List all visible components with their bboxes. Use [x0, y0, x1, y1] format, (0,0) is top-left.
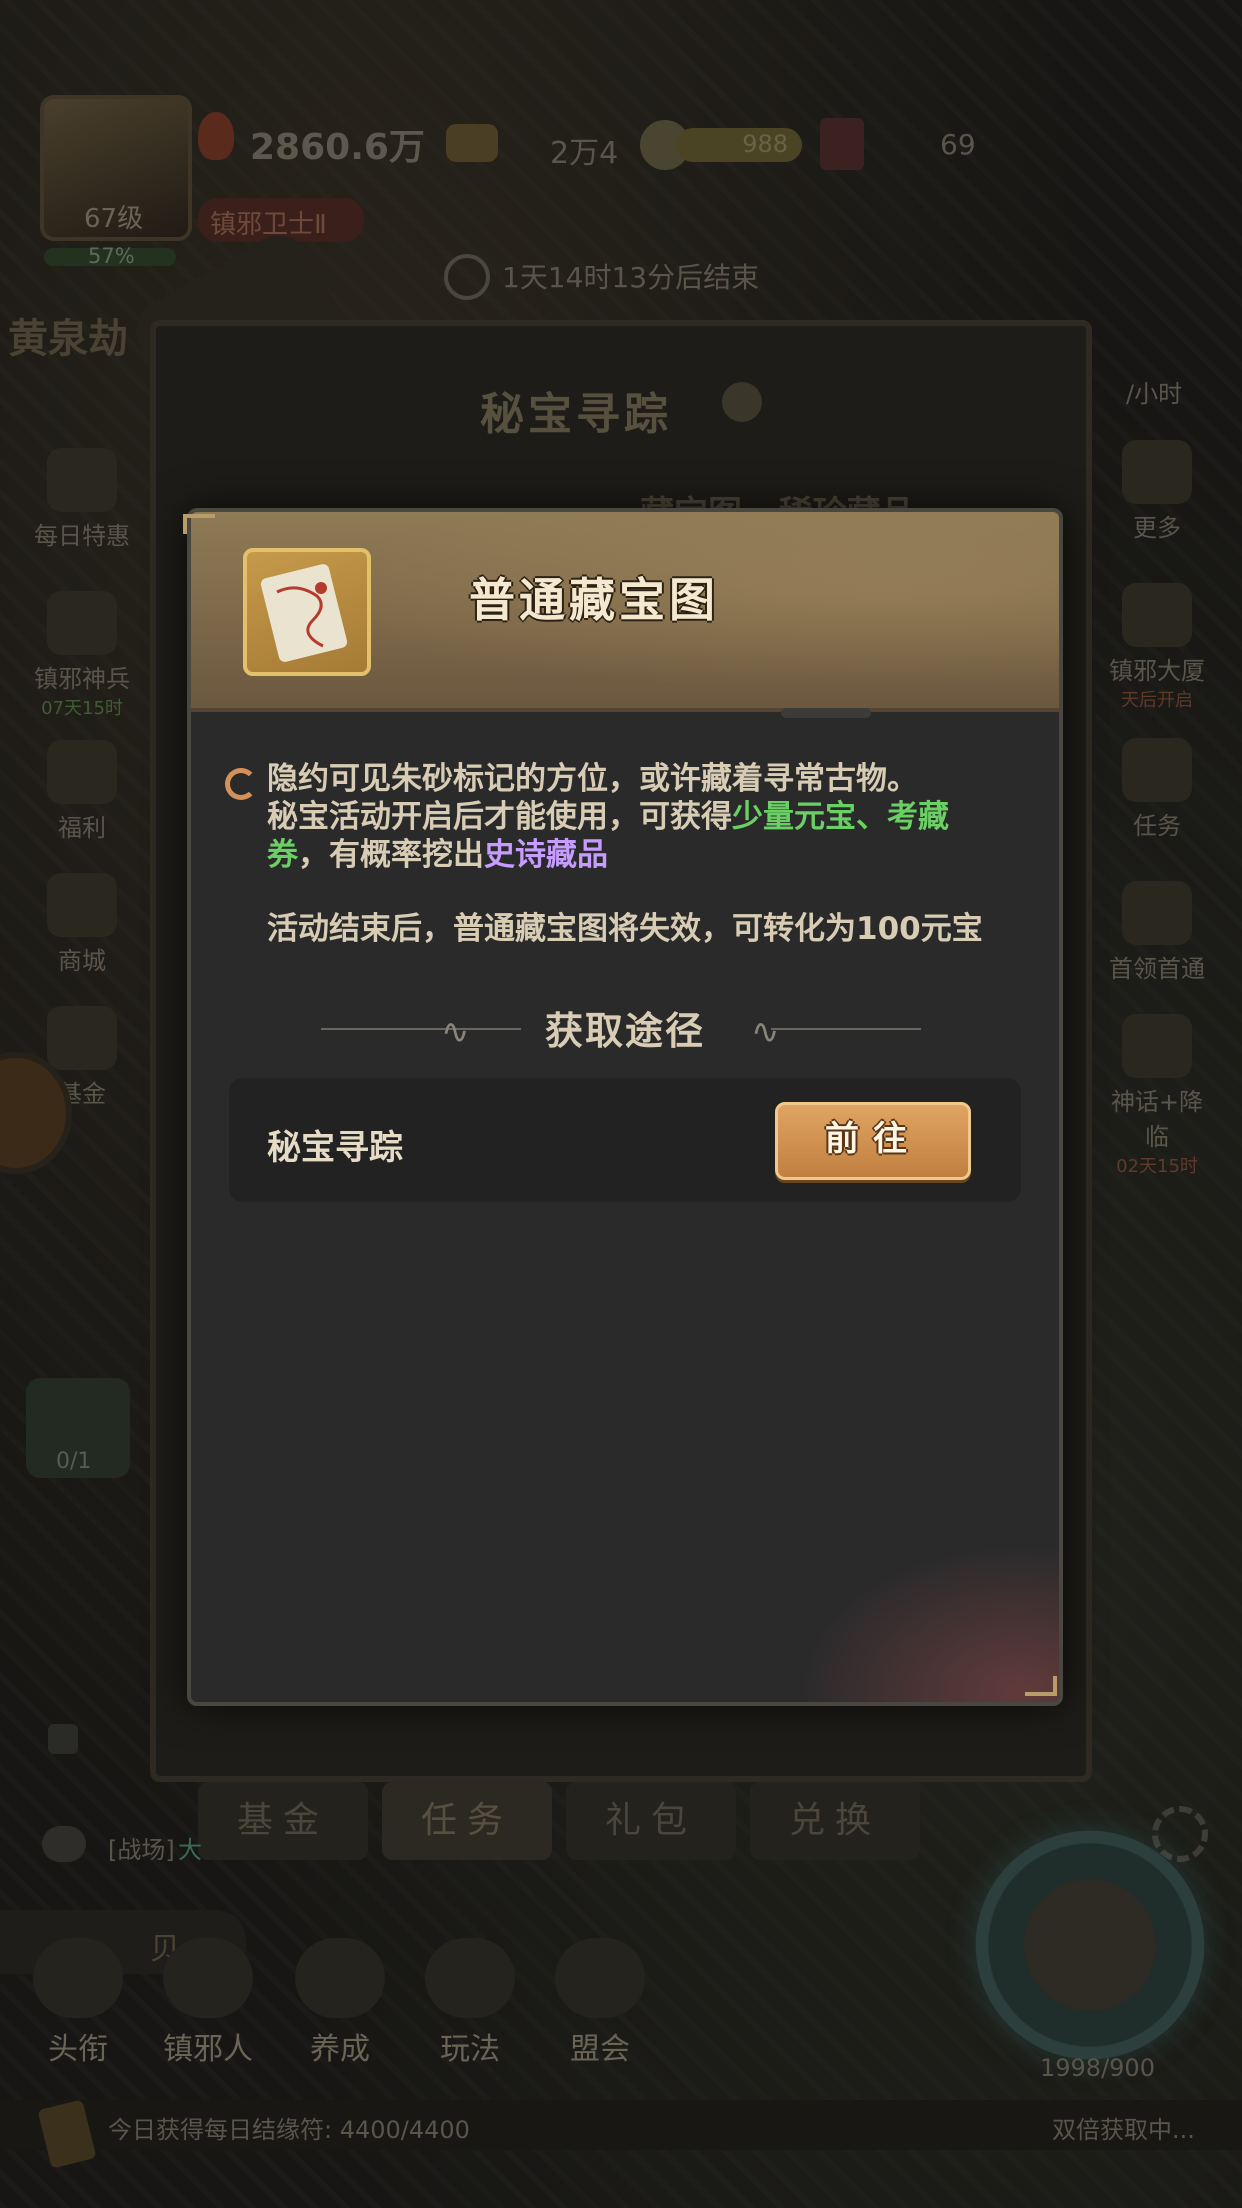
treasure-map-icon [243, 548, 371, 676]
swirl-right-icon: ∿ [751, 1012, 780, 1052]
footer-right: 双倍获取中... [1052, 2116, 1195, 2144]
menu-item-daily-deals[interactable]: 每日特惠 [22, 448, 142, 551]
gold-value: 2万4 [550, 136, 619, 171]
source-label: 秘宝寻踪 [267, 1128, 403, 1168]
chat-prefix: [战场] [108, 1836, 175, 1864]
right-menu: 更多 镇邪大厦 天后开启 任务 首领首通 神话+降临 02天15时 [1102, 440, 1212, 1178]
menu-item-more[interactable]: 更多 [1102, 440, 1212, 543]
coin-tree-icon [47, 1006, 117, 1070]
skull-icon [1122, 881, 1192, 945]
menu-item-shop[interactable]: 商城 [22, 873, 142, 976]
nav-gameplay[interactable]: 玩法 [410, 1938, 530, 2068]
description-line1: 隐约可见朱砂标记的方位，或许藏着寻常古物。 [267, 761, 918, 797]
xp-percent: 57% [88, 244, 135, 268]
info-icon[interactable] [722, 382, 762, 422]
corner-ornament-tl [183, 514, 215, 534]
chat-icon[interactable] [42, 1826, 86, 1862]
description-mid: ，有概率挖出 [298, 837, 484, 873]
building-icon [1122, 583, 1192, 647]
nav-guild[interactable]: 盟会 [540, 1938, 660, 2068]
counter-badge: 0/1 [56, 1449, 92, 1474]
go-button[interactable]: 前往 [775, 1102, 971, 1180]
event-timer: 1天14时13分后结束 [502, 261, 760, 294]
demon-icon [1122, 1014, 1192, 1078]
item-description: 隐约可见朱砂标记的方位，或许藏着寻常古物。 秘宝活动开启后才能使用，可获得少量元… [225, 760, 1007, 874]
shield-icon [425, 1938, 515, 2018]
energy-bar: 988 [676, 128, 802, 162]
gold-ingot-icon[interactable] [446, 124, 498, 162]
menu-item-boss[interactable]: 首领首通 [1102, 881, 1212, 984]
section-title: 获取途径 [544, 1009, 705, 1053]
player-avatar[interactable]: 67级 [40, 95, 192, 241]
shop-icon [47, 873, 117, 937]
ticket-icon[interactable] [820, 118, 864, 170]
menu-item-myth[interactable]: 神话+降临 02天15时 [1102, 1014, 1212, 1178]
description-line2: 秘宝活动开启后才能使用，可获得 [267, 799, 732, 835]
player-level: 67级 [84, 204, 144, 234]
rate-text: /小时 [1126, 380, 1183, 408]
xp-bar: 57% [44, 244, 176, 268]
tab-gift[interactable]: 礼包 [566, 1782, 736, 1860]
dragon-icon [33, 1938, 123, 2018]
corner-ornament-br [1025, 1676, 1057, 1696]
orb-icon [295, 1938, 385, 2018]
clock-icon [444, 254, 490, 300]
character-icon [163, 1938, 253, 2018]
menu-item-tasks[interactable]: 任务 [1102, 738, 1212, 841]
counter-box[interactable]: 0/1 [26, 1378, 130, 1478]
gift-icon [47, 740, 117, 804]
corner-glow [779, 1532, 1059, 1702]
nav-upgrade[interactable]: 养成 [280, 1938, 400, 2068]
expiry-note: 活动结束后，普通藏宝图将失效，可转化为100元宝 [267, 911, 983, 947]
tab-tasks[interactable]: 任务 [382, 1782, 552, 1860]
energy-value: 988 [742, 130, 788, 158]
divider-right [771, 1028, 921, 1030]
chat-preview[interactable]: 大 [178, 1830, 202, 1865]
board-title: 秘宝寻踪 [480, 389, 672, 440]
scroll-icon [1122, 738, 1192, 802]
menu-item-welfare[interactable]: 福利 [22, 740, 142, 843]
footer-text: 今日获得每日结缘符: 4400/4400 [108, 2116, 470, 2144]
tab-exchange[interactable]: 兑换 [750, 1782, 920, 1860]
grid-icon [1122, 440, 1192, 504]
left-menu: 每日特惠 镇邪神兵 07天15时 福利 商城 基金 [22, 448, 142, 1109]
compass-button[interactable] [975, 1830, 1205, 2060]
menu-item-weapon[interactable]: 镇邪神兵 07天15时 [22, 591, 142, 720]
source-row: 秘宝寻踪 前往 [229, 1078, 1021, 1202]
power-value: 2860.6万 [250, 127, 425, 168]
weapon-icon [47, 591, 117, 655]
guild-close-icon [555, 1938, 645, 2018]
nav-exorcist[interactable]: 镇邪人 [148, 1938, 268, 2068]
item-detail-modal: 普通藏宝图 隐约可见朱砂标记的方位，或许藏着寻常古物。 秘宝活动开启后才能使用，… [187, 508, 1063, 1706]
modal-title: 普通藏宝图 [469, 573, 719, 627]
compass-counter: 1998/900 [1040, 2054, 1155, 2082]
nav-title[interactable]: 头衔 [18, 1938, 138, 2068]
title-badge-label: 镇邪卫士Ⅱ [210, 210, 327, 240]
bullet-icon [225, 768, 257, 800]
menu-item-building[interactable]: 镇邪大厦 天后开启 [1102, 583, 1212, 712]
modal-header: 普通藏宝图 [191, 512, 1059, 712]
flame-icon [198, 112, 234, 160]
tab-fund[interactable]: 基金 [198, 1782, 368, 1860]
header-divider [781, 708, 871, 718]
ticket-value: 69 [940, 128, 976, 161]
daily-deals-icon [47, 448, 117, 512]
event-name: 黄泉劫 [8, 316, 128, 362]
stats-icon[interactable] [48, 1724, 78, 1754]
epic-highlight: 史诗藏品 [484, 837, 608, 873]
